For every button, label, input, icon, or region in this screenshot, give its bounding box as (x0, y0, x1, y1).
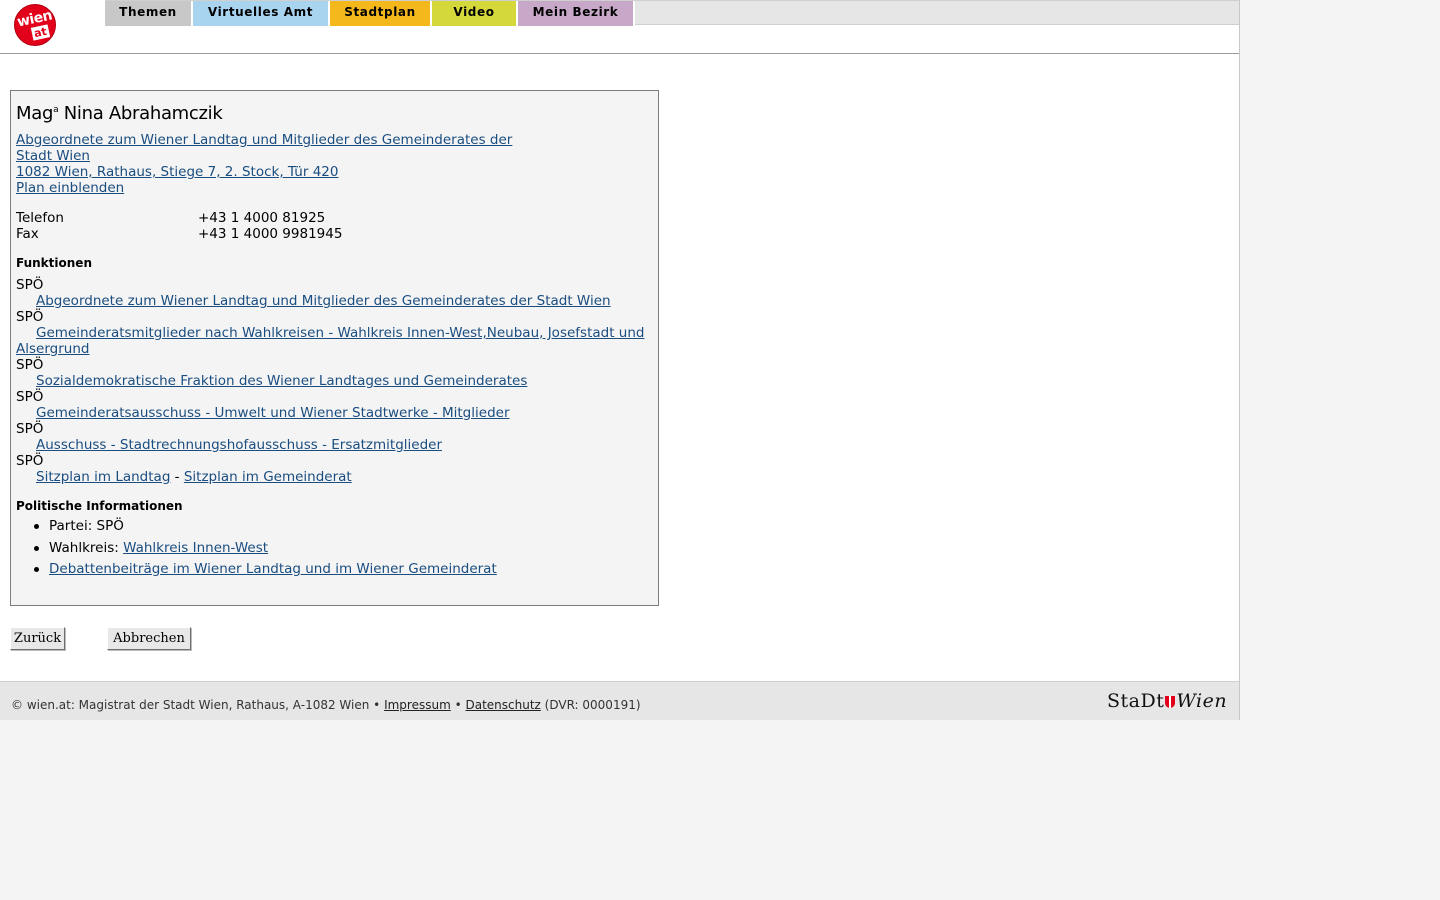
partei-item: Partei: SPÖ (49, 518, 124, 534)
wien-at-logo[interactable]: wien at (14, 4, 56, 46)
list-bullet (34, 546, 39, 551)
dvr-text: (DVR: 0000191) (540, 698, 641, 712)
wahlkreis-label: Wahlkreis: (49, 540, 124, 556)
function-party: SPÖ (16, 309, 44, 325)
sitzplan-landtag-link[interactable]: Sitzplan im Landtag (36, 469, 170, 485)
function-link[interactable]: Gemeinderatsausschuss - Umwelt und Wiene… (36, 405, 510, 421)
link-separator: - (170, 469, 184, 485)
main-navigation: Themen Virtuelles Amt Stadtplan Video Me… (105, 0, 1239, 26)
function-party: SPÖ (16, 389, 44, 405)
logo-text-at: at (30, 24, 50, 41)
tab-label: Mein Bezirk (532, 5, 619, 19)
wahlkreis-item: Wahlkreis: Wahlkreis Innen-West (49, 540, 268, 556)
function-link[interactable]: Abgeordnete zum Wiener Landtag und Mitgl… (36, 293, 611, 309)
fax-label: Fax (16, 226, 39, 242)
tab-video[interactable]: Video (432, 1, 518, 26)
name-text: Nina Abrahamczik (63, 103, 223, 124)
functions-heading: Funktionen (16, 256, 92, 270)
person-card: Maga Nina Abrahamczik Abgeordnete zum Wi… (10, 90, 659, 606)
tab-label: Virtuelles Amt (207, 5, 314, 19)
tab-label: Stadtplan (344, 5, 416, 19)
function-party: SPÖ (16, 277, 44, 293)
header: wien at Themen Virtuelles Amt Stadtplan … (0, 0, 1239, 54)
organization-link-line1[interactable]: Abgeordnete zum Wiener Landtag und Mitgl… (16, 132, 512, 148)
footer-text: © wien.at: Magistrat der Stadt Wien, Rat… (11, 698, 641, 712)
list-bullet (34, 524, 39, 529)
function-link[interactable]: Gemeinderatsmitglieder nach Wahlkreisen … (36, 325, 644, 341)
plan-einblenden-link[interactable]: Plan einblenden (16, 180, 124, 196)
copyright-text: © wien.at: Magistrat der Stadt Wien, Rat… (11, 698, 385, 712)
wahlkreis-link[interactable]: Wahlkreis Innen-West (123, 540, 268, 556)
tab-label: Video (453, 5, 495, 19)
function-link[interactable]: Ausschuss - Stadtrechnungshofausschuss -… (36, 437, 442, 453)
cancel-button[interactable]: Abbrechen (107, 627, 191, 650)
phone-label: Telefon (16, 210, 64, 226)
tab-label: Themen (119, 5, 177, 19)
fax-value: +43 1 4000 9981945 (198, 226, 343, 242)
list-bullet (34, 567, 39, 572)
political-info-heading: Politische Informationen (16, 499, 183, 513)
function-party: SPÖ (16, 421, 44, 437)
person-name: Maga Nina Abrahamczik (16, 103, 223, 124)
title-prefix: Mag (16, 103, 54, 124)
phone-value: +43 1 4000 81925 (198, 210, 326, 226)
vienna-shield-icon (1165, 696, 1176, 708)
stadt-wien-logo[interactable]: StaDt Wien (1107, 690, 1227, 712)
brand-text-stadt: StaDt (1107, 690, 1165, 712)
function-party: SPÖ (16, 357, 44, 373)
datenschutz-link[interactable]: Datenschutz (465, 698, 540, 712)
page: wien at Themen Virtuelles Amt Stadtplan … (0, 0, 1240, 720)
function-party: SPÖ (16, 453, 44, 469)
title-superscript: a (53, 105, 59, 115)
back-button[interactable]: Zurück (10, 627, 65, 650)
tab-virtuelles-amt[interactable]: Virtuelles Amt (193, 1, 330, 26)
address-link[interactable]: 1082 Wien, Rathaus, Stiege 7, 2. Stock, … (16, 164, 338, 180)
brand-text-wien: Wien (1176, 690, 1228, 712)
tab-themen[interactable]: Themen (105, 1, 193, 26)
sitzplan-gemeinderat-link[interactable]: Sitzplan im Gemeinderat (184, 469, 352, 485)
footer: © wien.at: Magistrat der Stadt Wien, Rat… (0, 681, 1239, 720)
organization-link-line2[interactable]: Stadt Wien (16, 148, 90, 164)
function-link-continuation[interactable]: Alsergrund (16, 341, 89, 357)
function-link[interactable]: Sozialdemokratische Fraktion des Wiener … (36, 373, 527, 389)
debattenbeitraege-link[interactable]: Debattenbeiträge im Wiener Landtag und i… (49, 561, 497, 577)
tab-stadtplan[interactable]: Stadtplan (330, 1, 432, 26)
impressum-link[interactable]: Impressum (384, 698, 451, 712)
tab-mein-bezirk[interactable]: Mein Bezirk (518, 1, 635, 26)
footer-bullet: • (450, 698, 466, 712)
seating-links: Sitzplan im Landtag - Sitzplan im Gemein… (36, 469, 352, 485)
